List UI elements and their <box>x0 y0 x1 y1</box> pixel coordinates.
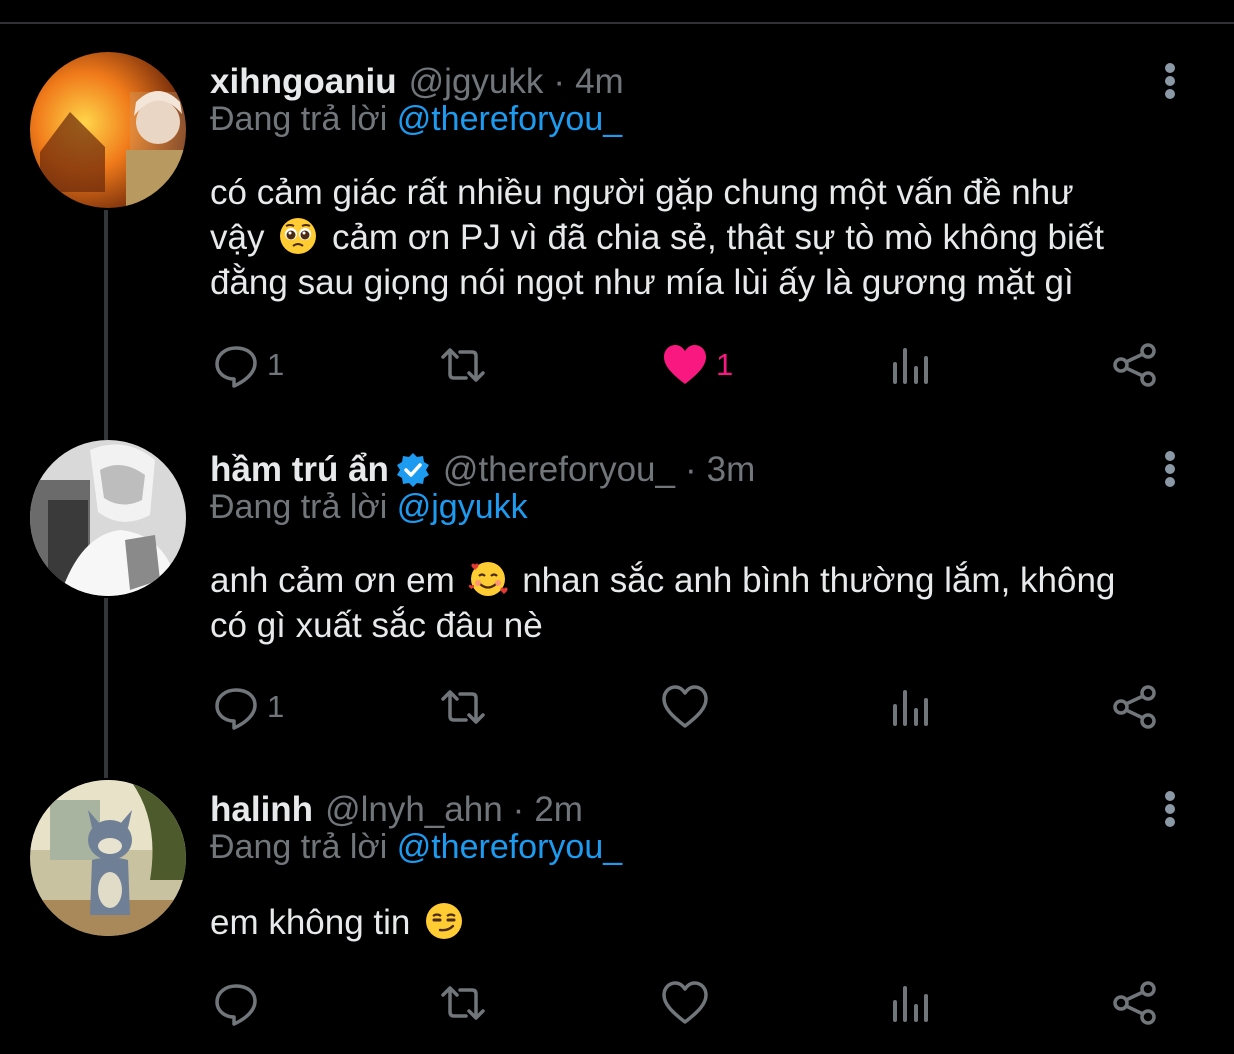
timestamp[interactable]: 3m <box>707 450 756 490</box>
reply-mention-link[interactable]: @thereforyou_ <box>397 100 622 138</box>
replying-to: Đang trả lời @thereforyou_ <box>210 828 622 867</box>
reply-icon <box>215 984 257 1026</box>
share-icon <box>1113 981 1156 1025</box>
retweet-button[interactable] <box>440 340 486 390</box>
share-button[interactable] <box>1112 682 1158 732</box>
tweet[interactable]: xihngoaniu @jgyukk · 4m Đang trả lời @th… <box>0 52 1234 402</box>
tweet[interactable]: halinh @lnyh_ahn · 2m Đang trả lời @ther… <box>0 780 1234 1050</box>
tweet-text: em không tin <box>210 900 1170 945</box>
share-icon <box>1113 343 1156 387</box>
avatar[interactable] <box>30 780 186 936</box>
reply-mention-link[interactable]: @thereforyou_ <box>397 828 622 866</box>
retweet-icon <box>441 690 485 724</box>
pleading-face-emoji <box>278 216 318 256</box>
share-button[interactable] <box>1112 340 1158 390</box>
display-name[interactable]: xihngoaniu <box>210 62 397 102</box>
verified-icon <box>395 452 431 488</box>
replying-label: Đang trả lời <box>210 488 388 526</box>
text-line: em không tin <box>210 903 411 942</box>
reply-button[interactable]: 1 <box>213 340 284 390</box>
share-icon <box>1113 685 1156 729</box>
display-name[interactable]: hầm trú ẩn <box>210 450 389 490</box>
more-options-button[interactable] <box>1156 442 1184 502</box>
views-button[interactable] <box>888 682 934 732</box>
share-button[interactable] <box>1112 978 1158 1028</box>
user-handle[interactable]: @thereforyou_ <box>443 450 675 490</box>
smirking-face-emoji <box>424 901 464 941</box>
replying-label: Đang trả lời <box>210 100 388 138</box>
views-button[interactable] <box>888 340 934 390</box>
more-icon <box>1165 63 1175 99</box>
timestamp[interactable]: 2m <box>534 790 583 830</box>
like-icon <box>662 981 708 1024</box>
timestamp[interactable]: 4m <box>575 62 624 102</box>
text-line: nhan sắc anh bình thường lắm, không <box>522 561 1116 600</box>
tweet-text: có cảm giác rất nhiều người gặp chung mộ… <box>210 170 1170 305</box>
like-count: 1 <box>716 347 734 382</box>
user-handle[interactable]: @jgyukk <box>409 62 544 102</box>
reply-button[interactable] <box>213 978 259 1028</box>
like-icon <box>662 685 708 728</box>
avatar[interactable] <box>30 52 186 208</box>
reply-mention-link[interactable]: @jgyukk <box>397 488 528 526</box>
like-icon-filled <box>664 345 706 384</box>
tweet[interactable]: hầm trú ẩn @thereforyou_ · 3m Đang trả l… <box>0 440 1234 740</box>
views-icon <box>893 348 928 384</box>
retweet-icon <box>441 348 485 382</box>
more-icon <box>1165 451 1175 487</box>
more-icon <box>1165 791 1175 827</box>
text-line: có cảm giác rất nhiều người gặp chung mộ… <box>210 173 1074 212</box>
more-options-button[interactable] <box>1156 782 1184 842</box>
separator-dot: · <box>512 790 525 829</box>
tweet-actions <box>0 978 1234 1028</box>
text-line: có gì xuất sắc đâu nè <box>210 606 543 645</box>
smiling-face-with-hearts-emoji <box>468 559 509 599</box>
text-line: vậy <box>210 218 265 257</box>
tweet-text: anh cảm ơn em nhan sắc anh bình thường l… <box>210 558 1170 648</box>
views-icon <box>893 986 928 1022</box>
reply-icon <box>215 346 257 388</box>
reply-count: 1 <box>267 347 285 382</box>
reply-count: 1 <box>267 689 285 724</box>
retweet-icon <box>441 986 485 1020</box>
like-button[interactable] <box>662 682 708 732</box>
replying-to: Đang trả lời @jgyukk <box>210 488 528 527</box>
display-name[interactable]: halinh <box>210 790 313 830</box>
tweet-actions: 1 1 <box>0 340 1234 390</box>
replying-to: Đang trả lời @thereforyou_ <box>210 100 622 139</box>
text-line: đằng sau giọng nói ngọt như mía lùi ấy l… <box>210 263 1074 302</box>
text-line: cảm ơn PJ vì đã chia sẻ, thật sự tò mò k… <box>331 218 1104 257</box>
views-icon <box>893 690 928 726</box>
reply-button[interactable]: 1 <box>213 682 284 732</box>
separator-dot: · <box>553 62 566 101</box>
tweet-actions: 1 <box>0 682 1234 732</box>
like-button[interactable] <box>662 978 708 1028</box>
user-handle[interactable]: @lnyh_ahn <box>325 790 503 830</box>
replying-label: Đang trả lời <box>210 828 388 866</box>
views-button[interactable] <box>888 978 934 1028</box>
separator-dot: · <box>684 450 697 489</box>
reply-icon <box>215 688 257 730</box>
more-options-button[interactable] <box>1156 54 1184 114</box>
retweet-button[interactable] <box>440 978 486 1028</box>
top-divider <box>0 22 1234 24</box>
retweet-button[interactable] <box>440 682 486 732</box>
like-button[interactable]: 1 <box>662 340 733 390</box>
text-line: anh cảm ơn em <box>210 561 455 600</box>
avatar[interactable] <box>30 440 186 596</box>
